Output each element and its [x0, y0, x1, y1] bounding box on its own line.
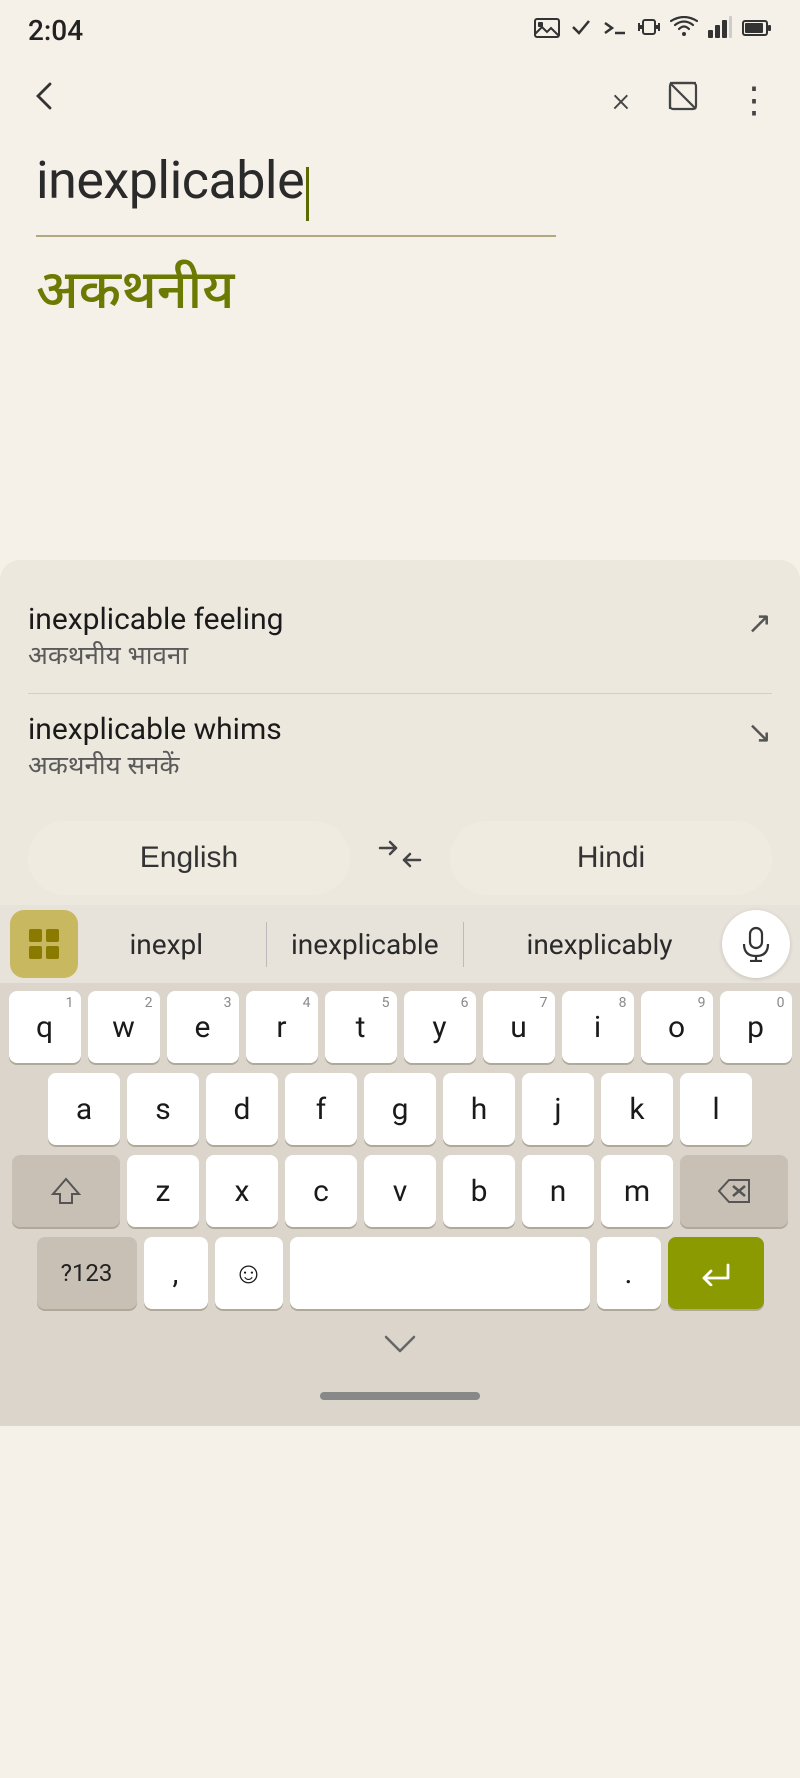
- key-s[interactable]: s: [127, 1073, 199, 1145]
- translated-text: अकथनीय: [36, 261, 764, 331]
- key-t[interactable]: 5t: [325, 991, 397, 1063]
- status-icons: [534, 16, 772, 44]
- key-v[interactable]: v: [364, 1155, 436, 1227]
- suggestion-item-2[interactable]: inexplicable whims अकथनीय सनकें ↗: [28, 694, 772, 803]
- bottom-bar: [0, 1366, 800, 1426]
- back-button[interactable]: [28, 80, 60, 120]
- key-comma[interactable]: ,: [144, 1237, 208, 1309]
- text-cursor: [306, 167, 309, 221]
- key-m[interactable]: m: [601, 1155, 673, 1227]
- suggestion-en-1: inexplicable feeling: [28, 602, 747, 637]
- key-z[interactable]: z: [127, 1155, 199, 1227]
- kb-word-2[interactable]: inexplicable: [266, 922, 464, 967]
- lang-toggle: English Hindi: [28, 821, 772, 895]
- target-lang-button[interactable]: Hindi: [450, 821, 772, 895]
- shift-button[interactable]: [12, 1155, 120, 1227]
- kb-suggestions: inexpl inexplicable inexplicably: [90, 922, 712, 967]
- enter-button[interactable]: [668, 1237, 764, 1309]
- key-l[interactable]: l: [680, 1073, 752, 1145]
- suggestion-arrow-1: ↗: [747, 606, 772, 641]
- key-b[interactable]: b: [443, 1155, 515, 1227]
- key-f[interactable]: f: [285, 1073, 357, 1145]
- key-x[interactable]: x: [206, 1155, 278, 1227]
- key-h[interactable]: h: [443, 1073, 515, 1145]
- source-text-container: inexplicable: [36, 150, 764, 221]
- lang-swap-button[interactable]: [360, 838, 440, 879]
- suggestion-en-2: inexplicable whims: [28, 712, 747, 747]
- suggestion-hi-1: अकथनीय भावना: [28, 641, 747, 675]
- edit-button[interactable]: [666, 79, 700, 121]
- emoji-button[interactable]: ☺: [215, 1237, 283, 1309]
- kb-word-3[interactable]: inexplicably: [511, 922, 689, 967]
- key-e[interactable]: 3e: [167, 991, 239, 1063]
- toolbar-left: [28, 80, 60, 120]
- backspace-button[interactable]: [680, 1155, 788, 1227]
- source-lang-button[interactable]: English: [28, 821, 350, 895]
- key-o[interactable]: 9o: [641, 991, 713, 1063]
- keyboard-suggestion-bar: inexpl inexplicable inexplicably: [0, 905, 800, 983]
- suggestion-text-2: inexplicable whims अकथनीय सनकें: [28, 712, 747, 785]
- key-w[interactable]: 2w: [88, 991, 160, 1063]
- close-button[interactable]: ×: [612, 80, 630, 120]
- signal-icon: [708, 16, 732, 44]
- keyboard-collapse-button[interactable]: [0, 1325, 800, 1366]
- home-indicator: [320, 1392, 480, 1400]
- status-time: 2:04: [28, 14, 83, 47]
- wifi-icon: [670, 16, 698, 44]
- toolbar: × ⋮: [0, 60, 800, 140]
- suggestion-hi-2: अकथनीय सनकें: [28, 751, 747, 785]
- key-row-4: ?123 , ☺ .: [6, 1237, 794, 1309]
- source-text[interactable]: inexplicable: [36, 150, 304, 211]
- key-i[interactable]: 8i: [562, 991, 634, 1063]
- gallery-icon: [534, 16, 560, 44]
- key-q[interactable]: 1q: [9, 991, 81, 1063]
- check-icon: [570, 16, 592, 44]
- keyboard-app-icon[interactable]: [10, 910, 78, 978]
- status-bar: 2:04: [0, 0, 800, 60]
- translation-area: inexplicable अकथनीय: [0, 140, 800, 560]
- suggestion-item-1[interactable]: inexplicable feeling अकथनीय भावना ↗: [28, 584, 772, 694]
- key-d[interactable]: d: [206, 1073, 278, 1145]
- mic-button[interactable]: [722, 910, 790, 978]
- key-p[interactable]: 0p: [720, 991, 792, 1063]
- space-key[interactable]: [290, 1237, 590, 1309]
- keyboard: 1q 2w 3e 4r 5t 6y 7u 8i 9o 0p a s d f g …: [0, 983, 800, 1325]
- toolbar-right: × ⋮: [612, 79, 772, 121]
- suggestion-arrow-2: ↗: [747, 716, 772, 751]
- key-period[interactable]: .: [597, 1237, 661, 1309]
- kb-word-1[interactable]: inexpl: [113, 922, 219, 967]
- source-divider: [36, 235, 556, 237]
- suggestions-area: inexplicable feeling अकथनीय भावना ↗ inex…: [0, 560, 800, 905]
- battery-icon: [742, 18, 772, 43]
- terminal-icon: [602, 18, 628, 43]
- key-g[interactable]: g: [364, 1073, 436, 1145]
- vibrate-icon: [638, 16, 660, 44]
- key-y[interactable]: 6y: [404, 991, 476, 1063]
- key-u[interactable]: 7u: [483, 991, 555, 1063]
- key-row-1: 1q 2w 3e 4r 5t 6y 7u 8i 9o 0p: [6, 991, 794, 1063]
- key-a[interactable]: a: [48, 1073, 120, 1145]
- suggestion-text-1: inexplicable feeling अकथनीय भावना: [28, 602, 747, 675]
- key-n[interactable]: n: [522, 1155, 594, 1227]
- symbols-button[interactable]: ?123: [37, 1237, 137, 1309]
- key-j[interactable]: j: [522, 1073, 594, 1145]
- more-menu-button[interactable]: ⋮: [736, 79, 772, 121]
- key-k[interactable]: k: [601, 1073, 673, 1145]
- key-row-3: z x c v b n m: [6, 1155, 794, 1227]
- key-c[interactable]: c: [285, 1155, 357, 1227]
- key-r[interactable]: 4r: [246, 991, 318, 1063]
- key-row-2: a s d f g h j k l: [6, 1073, 794, 1145]
